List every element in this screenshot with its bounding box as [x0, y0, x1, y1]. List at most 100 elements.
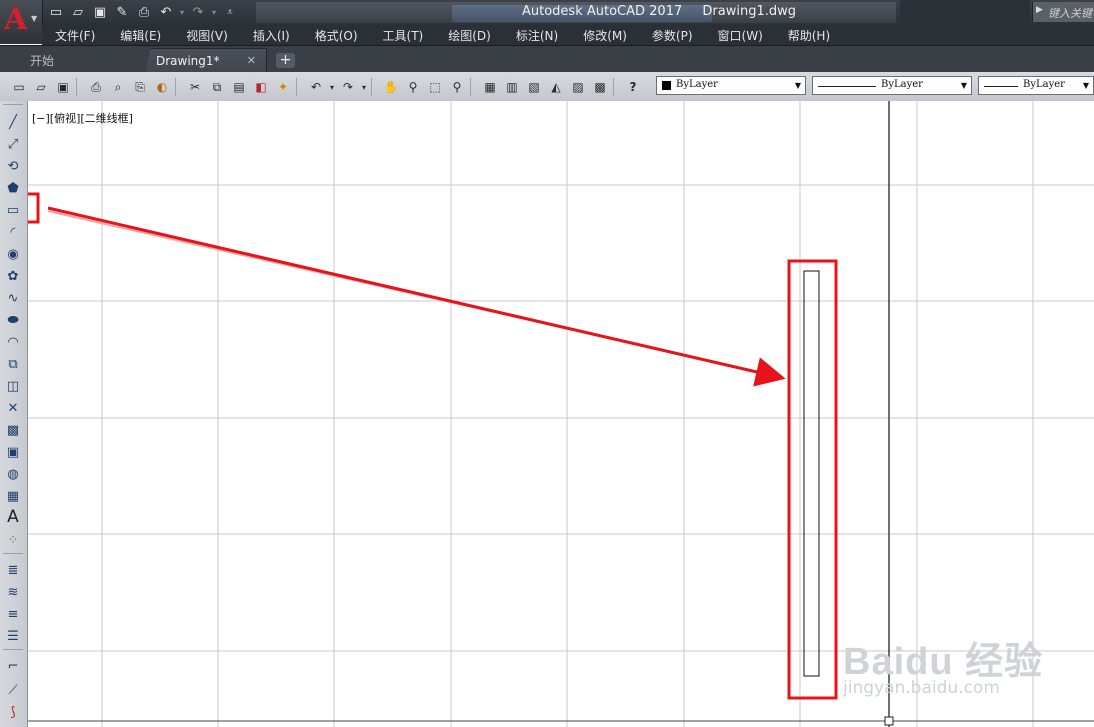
close-icon[interactable]: ✕ [247, 54, 256, 67]
menu-modify[interactable]: 修改(M) [570, 25, 639, 45]
properties-icon[interactable]: ▦ [479, 77, 501, 97]
menu-insert[interactable]: 插入(I) [240, 25, 302, 45]
insert-block-icon[interactable]: ⧉ [3, 355, 23, 373]
save-icon[interactable]: ▣ [90, 3, 110, 21]
hatch-icon[interactable]: ▩ [3, 421, 23, 439]
blend-curves-icon[interactable]: ⟆ [3, 703, 23, 721]
zoom-realtime-icon[interactable]: ⚲ [402, 77, 424, 97]
gradient-icon[interactable]: ▣ [3, 443, 23, 461]
polygon-icon[interactable]: ⬟ [3, 179, 23, 197]
chamfer-icon[interactable]: ⟋ [3, 681, 23, 699]
help-icon[interactable]: ? [622, 77, 644, 97]
chevron-down-icon[interactable]: ▼ [957, 77, 971, 94]
menu-parametric[interactable]: 参数(P) [639, 25, 705, 45]
customize-quick-access-icon[interactable]: ⩡ [220, 3, 240, 21]
tab-start[interactable]: 开始 [0, 48, 140, 73]
tool-palettes-icon[interactable]: ▧ [523, 77, 545, 97]
color-value: ByLayer [676, 79, 718, 90]
match-properties-icon[interactable]: ◧ [250, 77, 272, 97]
layer-previous-icon[interactable]: ≡ [3, 605, 23, 623]
block-editor-icon[interactable]: ✦ [272, 77, 294, 97]
layer-state-icon[interactable]: ≋ [3, 583, 23, 601]
lineweight-control[interactable]: ByLayer ▼ [978, 76, 1094, 95]
new-icon[interactable]: ▭ [46, 3, 66, 21]
window-title: Autodesk AutoCAD 2017 Drawing1.dwg [522, 4, 796, 19]
application-menu-button[interactable]: A ▼ [0, 0, 43, 44]
add-selected-icon[interactable]: ⁘ [3, 531, 23, 549]
markup-icon[interactable]: ▨ [567, 77, 589, 97]
open-icon[interactable]: ▱ [30, 77, 52, 97]
color-control[interactable]: ByLayer ▼ [656, 76, 806, 95]
paste-icon[interactable]: ▤ [228, 77, 250, 97]
revision-cloud-icon[interactable]: ✿ [3, 267, 23, 285]
zoom-previous-icon[interactable]: ⚲ [446, 77, 468, 97]
circle-icon[interactable]: ◉ [3, 245, 23, 263]
copy-icon[interactable]: ⧉ [206, 77, 228, 97]
watermark-url: jingyan.baidu.com [843, 678, 1000, 698]
linetype-control[interactable]: ByLayer ▼ [812, 76, 972, 95]
layer-isolate-icon[interactable]: ☰ [3, 627, 23, 645]
new-tab-button[interactable]: + [276, 53, 295, 68]
undo-icon[interactable]: ↶ [305, 77, 327, 97]
3d-print-icon[interactable]: ◐ [151, 77, 173, 97]
sheet-set-icon[interactable]: ◭ [545, 77, 567, 97]
search-field[interactable]: ▶ 键入关键 [1032, 2, 1094, 22]
expand-arrow-icon[interactable]: ▶ [1036, 5, 1043, 15]
viewport-controls[interactable]: [−][俯视][二维线框] [32, 110, 133, 126]
autocad-logo-icon: A [4, 2, 28, 37]
save-icon[interactable]: ▣ [52, 77, 74, 97]
menu-draw[interactable]: 绘图(D) [435, 25, 503, 45]
ellipse-icon[interactable]: ⬬ [3, 311, 23, 329]
make-block-icon[interactable]: ◫ [3, 377, 23, 395]
publish-icon[interactable]: ⎘ [129, 77, 151, 97]
redo-dropdown-icon[interactable]: ▾ [359, 77, 369, 97]
redo-dropdown-icon[interactable]: ▾ [210, 3, 218, 21]
redo-icon[interactable]: ↷ [188, 3, 208, 21]
menu-view[interactable]: 视图(V) [173, 25, 240, 45]
multiline-text-icon[interactable]: A [3, 507, 23, 527]
zoom-window-icon[interactable]: ⬚ [424, 77, 446, 97]
arc-icon[interactable]: ◜ [3, 223, 23, 241]
quickcalc-icon[interactable]: ▩ [589, 77, 611, 97]
polyline-icon[interactable]: ⟲ [3, 157, 23, 175]
undo-icon[interactable]: ↶ [156, 3, 176, 21]
rectangle-icon[interactable]: ▭ [3, 201, 23, 219]
line-icon[interactable]: ╱ [3, 113, 23, 131]
point-icon[interactable]: ✕ [3, 399, 23, 417]
undo-dropdown-icon[interactable]: ▾ [327, 77, 337, 97]
cut-icon[interactable]: ✂ [184, 77, 206, 97]
construction-line-icon[interactable]: ⤢ [3, 135, 23, 153]
print-icon[interactable]: ⎙ [85, 77, 107, 97]
print-preview-icon[interactable]: ⌕ [107, 77, 129, 97]
tab-drawing1[interactable]: Drawing1* ✕ [145, 48, 267, 73]
undo-dropdown-icon[interactable]: ▾ [178, 3, 186, 21]
menu-window[interactable]: 窗口(W) [705, 25, 775, 45]
region-icon[interactable]: ◍ [3, 465, 23, 483]
file-tabs: 开始 Drawing1* ✕ + [0, 45, 1094, 73]
linetype-value: ByLayer [881, 79, 923, 90]
menu-file[interactable]: 文件(F) [42, 25, 107, 45]
menu-edit[interactable]: 编辑(E) [107, 25, 173, 45]
redo-icon[interactable]: ↷ [337, 77, 359, 97]
menu-tools[interactable]: 工具(T) [370, 25, 436, 45]
standard-tools: ▭ ▱ ▣ ⎙ ⌕ ⎘ ◐ ✂ ⧉ ▤ ◧ ✦ ↶ ▾ ↷ ▾ ✋ ⚲ ⬚ ⚲ … [8, 77, 644, 97]
layer-properties-icon[interactable]: ≣ [3, 561, 23, 579]
ellipse-arc-icon[interactable]: ◠ [3, 333, 23, 351]
table-icon[interactable]: ▦ [3, 487, 23, 505]
new-icon[interactable]: ▭ [8, 77, 30, 97]
menu-help[interactable]: 帮助(H) [775, 25, 842, 45]
open-icon[interactable]: ▱ [68, 3, 88, 21]
chevron-down-icon[interactable]: ▼ [791, 77, 805, 94]
plot-icon[interactable]: ⎙ [134, 3, 154, 21]
chevron-down-icon[interactable]: ▼ [1079, 77, 1093, 94]
title-bar-right [900, 0, 1030, 25]
tab-drawing1-label: Drawing1* [156, 54, 220, 68]
design-center-icon[interactable]: ▥ [501, 77, 523, 97]
menu-dimension[interactable]: 标注(N) [503, 25, 570, 45]
save-as-icon[interactable]: ✎ [112, 3, 132, 21]
menu-format[interactable]: 格式(O) [302, 25, 370, 45]
spline-icon[interactable]: ∿ [3, 289, 23, 307]
toolbar-separator [371, 78, 380, 96]
fillet-icon[interactable]: ⌐ [3, 657, 23, 675]
pan-icon[interactable]: ✋ [380, 77, 402, 97]
